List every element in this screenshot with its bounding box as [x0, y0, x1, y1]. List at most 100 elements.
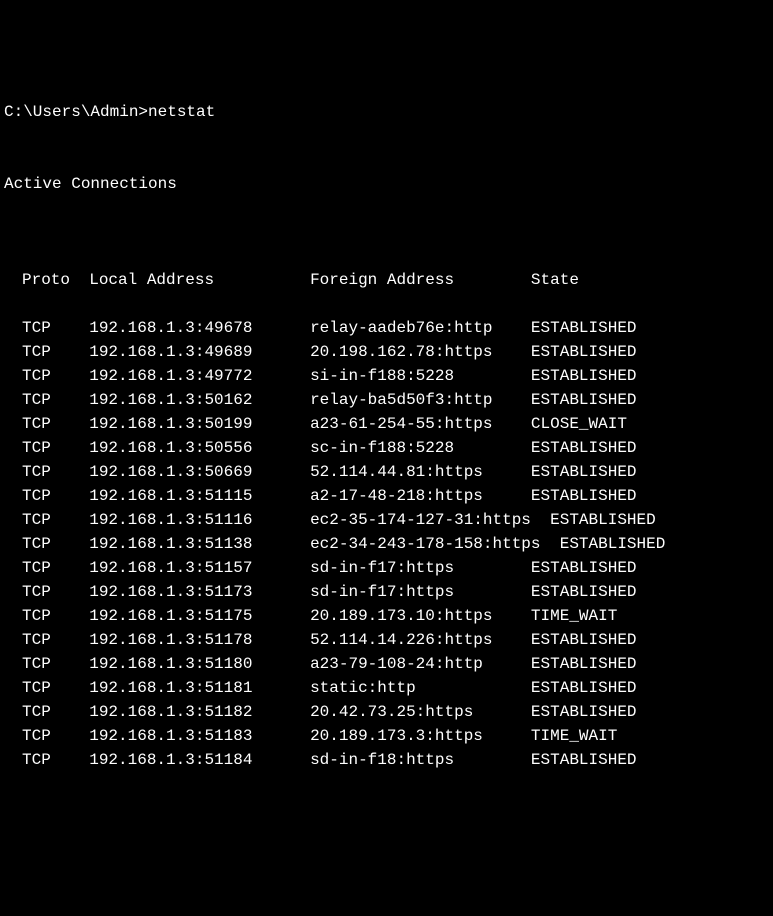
proto-cell: TCP — [22, 511, 51, 529]
proto-cell: TCP — [22, 319, 51, 337]
state-cell: ESTABLISHED — [531, 391, 637, 409]
local-address-cell: 192.168.1.3:51184 — [89, 751, 252, 769]
state-cell: ESTABLISHED — [531, 679, 637, 697]
state-cell: ESTABLISHED — [531, 703, 637, 721]
connection-row: TCP 192.168.1.3:51138 ec2-34-243-178-158… — [22, 532, 769, 556]
state-cell: ESTABLISHED — [531, 343, 637, 361]
foreign-address-cell: ec2-35-174-127-31:https — [310, 511, 531, 529]
proto-cell: TCP — [22, 415, 51, 433]
header-state: State — [531, 271, 579, 289]
command-prompt-line: C:\Users\Admin>netstat — [4, 100, 769, 124]
state-cell: ESTABLISHED — [531, 655, 637, 673]
local-address-cell: 192.168.1.3:51138 — [89, 535, 252, 553]
state-cell: ESTABLISHED — [531, 439, 637, 457]
state-cell: ESTABLISHED — [531, 367, 637, 385]
foreign-address-cell: 52.114.44.81:https — [310, 463, 483, 481]
proto-cell: TCP — [22, 391, 51, 409]
connection-row: TCP 192.168.1.3:50162 relay-ba5d50f3:htt… — [22, 388, 769, 412]
foreign-address-cell: si-in-f188:5228 — [310, 367, 454, 385]
header-local: Local Address — [89, 271, 214, 289]
proto-cell: TCP — [22, 535, 51, 553]
connection-row: TCP 192.168.1.3:50556 sc-in-f188:5228 ES… — [22, 436, 769, 460]
connection-row: TCP 192.168.1.3:51173 sd-in-f17:https ES… — [22, 580, 769, 604]
proto-cell: TCP — [22, 727, 51, 745]
local-address-cell: 192.168.1.3:51173 — [89, 583, 252, 601]
connection-row: TCP 192.168.1.3:51180 a23-79-108-24:http… — [22, 652, 769, 676]
local-address-cell: 192.168.1.3:50162 — [89, 391, 252, 409]
header-foreign: Foreign Address — [310, 271, 454, 289]
netstat-output: Proto Local Address Foreign Address Stat… — [4, 244, 769, 796]
state-cell: ESTABLISHED — [531, 631, 637, 649]
state-cell: TIME_WAIT — [531, 727, 617, 745]
foreign-address-cell: 20.189.173.3:https — [310, 727, 483, 745]
state-cell: ESTABLISHED — [531, 559, 637, 577]
foreign-address-cell: a23-79-108-24:http — [310, 655, 483, 673]
local-address-cell: 192.168.1.3:51175 — [89, 607, 252, 625]
foreign-address-cell: a23-61-254-55:https — [310, 415, 492, 433]
connection-rows: TCP 192.168.1.3:49678 relay-aadeb76e:htt… — [22, 316, 769, 772]
state-cell: ESTABLISHED — [531, 583, 637, 601]
local-address-cell: 192.168.1.3:51115 — [89, 487, 252, 505]
connection-row: TCP 192.168.1.3:51116 ec2-35-174-127-31:… — [22, 508, 769, 532]
local-address-cell: 192.168.1.3:50199 — [89, 415, 252, 433]
local-address-cell: 192.168.1.3:51182 — [89, 703, 252, 721]
proto-cell: TCP — [22, 679, 51, 697]
proto-cell: TCP — [22, 751, 51, 769]
proto-cell: TCP — [22, 487, 51, 505]
local-address-cell: 192.168.1.3:51178 — [89, 631, 252, 649]
proto-cell: TCP — [22, 367, 51, 385]
foreign-address-cell: static:http — [310, 679, 416, 697]
header-proto: Proto — [22, 271, 70, 289]
state-cell: ESTABLISHED — [531, 751, 637, 769]
connection-row: TCP 192.168.1.3:51157 sd-in-f17:https ES… — [22, 556, 769, 580]
proto-cell: TCP — [22, 607, 51, 625]
state-cell: ESTABLISHED — [531, 319, 637, 337]
connection-row: TCP 192.168.1.3:51183 20.189.173.3:https… — [22, 724, 769, 748]
proto-cell: TCP — [22, 583, 51, 601]
proto-cell: TCP — [22, 559, 51, 577]
foreign-address-cell: sd-in-f17:https — [310, 583, 454, 601]
connection-row: TCP 192.168.1.3:49772 si-in-f188:5228 ES… — [22, 364, 769, 388]
state-cell: ESTABLISHED — [531, 463, 637, 481]
header-row: Proto Local Address Foreign Address Stat… — [22, 268, 769, 292]
connection-row: TCP 192.168.1.3:49678 relay-aadeb76e:htt… — [22, 316, 769, 340]
foreign-address-cell: a2-17-48-218:https — [310, 487, 483, 505]
proto-cell: TCP — [22, 343, 51, 361]
state-cell: ESTABLISHED — [550, 535, 665, 553]
foreign-address-cell: 20.198.162.78:https — [310, 343, 492, 361]
foreign-address-cell: 20.189.173.10:https — [310, 607, 492, 625]
foreign-address-cell: sd-in-f17:https — [310, 559, 454, 577]
connection-row: TCP 192.168.1.3:50199 a23-61-254-55:http… — [22, 412, 769, 436]
foreign-address-cell: ec2-34-243-178-158:https — [310, 535, 540, 553]
connection-row: TCP 192.168.1.3:51178 52.114.14.226:http… — [22, 628, 769, 652]
local-address-cell: 192.168.1.3:49772 — [89, 367, 252, 385]
section-title: Active Connections — [4, 172, 769, 196]
connection-row: TCP 192.168.1.3:50669 52.114.44.81:https… — [22, 460, 769, 484]
foreign-address-cell: sd-in-f18:https — [310, 751, 454, 769]
local-address-cell: 192.168.1.3:49678 — [89, 319, 252, 337]
connection-row: TCP 192.168.1.3:51184 sd-in-f18:https ES… — [22, 748, 769, 772]
connection-row: TCP 192.168.1.3:51181 static:http ESTABL… — [22, 676, 769, 700]
foreign-address-cell: relay-ba5d50f3:http — [310, 391, 492, 409]
proto-cell: TCP — [22, 655, 51, 673]
local-address-cell: 192.168.1.3:49689 — [89, 343, 252, 361]
connection-row: TCP 192.168.1.3:51115 a2-17-48-218:https… — [22, 484, 769, 508]
state-cell: CLOSE_WAIT — [531, 415, 627, 433]
local-address-cell: 192.168.1.3:51157 — [89, 559, 252, 577]
connection-row: TCP 192.168.1.3:51182 20.42.73.25:https … — [22, 700, 769, 724]
proto-cell: TCP — [22, 631, 51, 649]
state-cell: ESTABLISHED — [531, 487, 637, 505]
state-cell: TIME_WAIT — [531, 607, 617, 625]
local-address-cell: 192.168.1.3:50556 — [89, 439, 252, 457]
proto-cell: TCP — [22, 703, 51, 721]
proto-cell: TCP — [22, 439, 51, 457]
local-address-cell: 192.168.1.3:51116 — [89, 511, 252, 529]
proto-cell: TCP — [22, 463, 51, 481]
foreign-address-cell: 52.114.14.226:https — [310, 631, 492, 649]
foreign-address-cell: 20.42.73.25:https — [310, 703, 473, 721]
local-address-cell: 192.168.1.3:51183 — [89, 727, 252, 745]
foreign-address-cell: relay-aadeb76e:http — [310, 319, 492, 337]
local-address-cell: 192.168.1.3:50669 — [89, 463, 252, 481]
state-cell: ESTABLISHED — [541, 511, 656, 529]
connection-row: TCP 192.168.1.3:51175 20.189.173.10:http… — [22, 604, 769, 628]
